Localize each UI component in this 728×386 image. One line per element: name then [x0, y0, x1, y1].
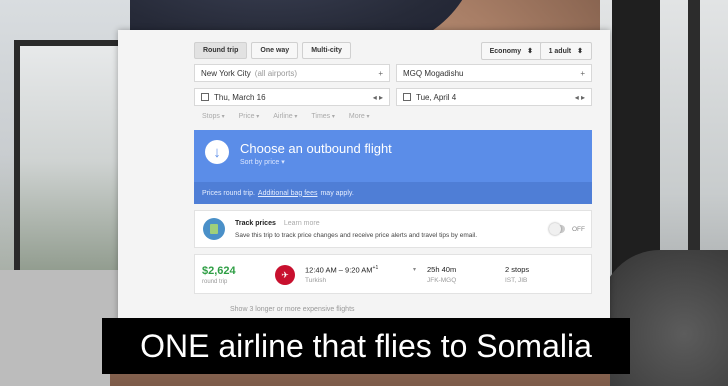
price-type: round trip — [202, 279, 228, 285]
calendar-icon — [201, 93, 209, 101]
return-date-field[interactable]: Tue, April 4 ◂ ▸ — [396, 88, 592, 106]
filter-price[interactable]: Price — [239, 113, 260, 120]
return-date: Tue, April 4 — [416, 92, 457, 102]
track-prices-card: Track prices Learn more Save this trip t… — [194, 210, 592, 248]
show-more-flights-link[interactable]: Show 3 longer or more expensive flights — [230, 306, 355, 313]
cabin-class-label: Economy — [489, 47, 522, 55]
depart-date-field[interactable]: Thu, March 16 ◂ ▸ — [194, 88, 390, 106]
turkish-airlines-logo-icon: ✈ — [275, 265, 295, 285]
flight-duration: 25h 40m — [427, 265, 457, 274]
flight-route: JFK-MGQ — [427, 277, 457, 284]
note-prefix: Prices round trip. — [202, 189, 255, 197]
duration-marker-icon: ▾ — [413, 267, 417, 273]
origin-detail: (all airports) — [254, 68, 298, 78]
plus-icon[interactable]: + — [378, 69, 383, 78]
note-suffix: may apply. — [320, 189, 354, 197]
arrow-down-icon: ↓ — [205, 140, 229, 164]
flight-times: 12:40 AM – 9:20 AM+1 — [305, 265, 378, 275]
track-title-row: Track prices Learn more — [235, 220, 320, 227]
chevron-updown-icon: ⬍ — [527, 48, 533, 55]
depart-date: Thu, March 16 — [214, 92, 266, 102]
video-caption: ONE airline that flies to Somalia — [102, 318, 630, 374]
learn-more-link[interactable]: Learn more — [284, 220, 320, 227]
flight-search-panel: Round trip One way Multi-city Economy ⬍ … — [118, 30, 610, 360]
tab-one-way[interactable]: One way — [251, 42, 299, 59]
chevron-updown-icon: ⬍ — [577, 48, 583, 55]
filter-stops[interactable]: Stops — [202, 113, 225, 120]
tab-multi-city[interactable]: Multi-city — [302, 42, 351, 59]
filter-times[interactable]: Times — [311, 113, 334, 120]
passenger-select[interactable]: 1 adult ⬍ — [539, 42, 592, 60]
track-description: Save this trip to track price changes an… — [235, 232, 478, 239]
flight-stops: 2 stops — [505, 265, 530, 274]
destination-city: MGQ Mogadishu — [403, 68, 464, 78]
date-nav-arrows[interactable]: ◂ ▸ — [575, 93, 585, 102]
filter-bar: Stops Price Airline Times More — [202, 113, 610, 120]
filter-more[interactable]: More — [349, 113, 370, 120]
airline-name: Turkish — [305, 277, 327, 284]
sort-by-dropdown[interactable]: Sort by price ▾ — [240, 158, 285, 166]
date-nav-arrows[interactable]: ◂ ▸ — [373, 93, 383, 102]
day-offset: +1 — [372, 265, 379, 271]
track-title: Track prices — [235, 220, 276, 227]
plus-icon[interactable]: + — [580, 69, 585, 78]
filter-airline[interactable]: Airline — [273, 113, 297, 120]
layover-airports: IST, JIB — [505, 277, 528, 284]
banner-note: Prices round trip. Additional bag fees m… — [194, 182, 592, 204]
track-prices-toggle[interactable] — [549, 223, 565, 235]
passenger-label: 1 adult — [548, 47, 572, 55]
origin-city: New York City — [201, 68, 251, 78]
track-prices-icon — [203, 218, 225, 240]
tab-round-trip[interactable]: Round trip — [194, 42, 248, 59]
flight-time-range: 12:40 AM – 9:20 AM — [305, 265, 373, 275]
flight-price: $2,624 — [202, 265, 236, 277]
flight-result-row[interactable]: $2,624 round trip ✈ 12:40 AM – 9:20 AM+1… — [194, 254, 592, 294]
calendar-icon — [403, 93, 411, 101]
toggle-label: OFF — [572, 226, 585, 233]
banner-title: Choose an outbound flight — [240, 141, 392, 156]
destination-field[interactable]: MGQ Mogadishu + — [396, 64, 592, 82]
origin-field[interactable]: New York City (all airports) + — [194, 64, 390, 82]
outbound-banner: ↓ Choose an outbound flight Sort by pric… — [194, 130, 592, 204]
bag-fees-link[interactable]: Additional bag fees — [258, 190, 318, 197]
cabin-class-select[interactable]: Economy ⬍ — [480, 42, 542, 60]
